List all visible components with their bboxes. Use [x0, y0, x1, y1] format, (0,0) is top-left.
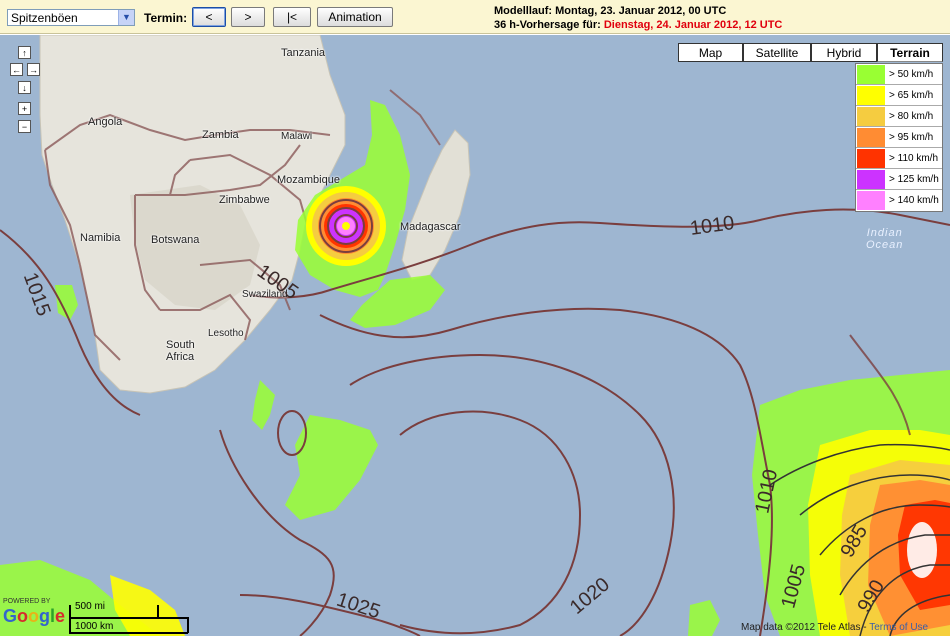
map-graphics	[0, 35, 950, 636]
zoom-out-button[interactable]: −	[18, 120, 31, 133]
chevron-down-icon[interactable]: ▼	[118, 10, 134, 25]
powered-by-text: POWERED BY	[3, 598, 51, 605]
map-type-map[interactable]: Map	[678, 43, 743, 62]
label-angola: Angola	[88, 116, 123, 128]
vorhersage-line: 36 h-Vorhersage für: Dienstag, 24. Janua…	[494, 18, 782, 32]
label-zimbabwe: Zimbabwe	[219, 194, 270, 206]
map-attribution: Map data ©2012 Tele Atlas - Terms of Use	[741, 622, 928, 633]
label-mozambique: Mozambique	[277, 174, 340, 186]
scale-kilometers: 1000 km	[75, 621, 114, 632]
legend-swatch	[857, 85, 885, 105]
legend-label: > 110 km/h	[889, 152, 939, 164]
label-indian-ocean: Indian Ocean	[866, 227, 903, 251]
first-button[interactable]: |<	[273, 7, 311, 27]
legend-swatch	[857, 169, 885, 189]
terms-of-use-link[interactable]: Terms of Use	[869, 622, 928, 633]
pan-right-button[interactable]: →	[27, 63, 40, 76]
pan-up-button[interactable]: ↑	[18, 46, 31, 59]
legend-row: > 140 km/h	[856, 190, 942, 211]
termin-label: Termin:	[144, 11, 188, 25]
legend-swatch	[857, 127, 885, 147]
modelllauf-text: Modelllauf: Montag, 23. Januar 2012, 00 …	[494, 5, 727, 17]
legend-label: > 50 km/h	[889, 68, 934, 80]
legend-row: > 65 km/h	[856, 85, 942, 106]
label-tanzania: Tanzania	[281, 47, 326, 59]
legend-row: > 50 km/h	[856, 64, 942, 85]
label-ocean: Ocean	[866, 239, 904, 251]
map-data-text: Map data ©2012 Tele Atlas -	[741, 622, 867, 633]
toolbar: Spitzenböen ▼ Termin: < > |< Animation M…	[0, 0, 950, 34]
animation-button[interactable]: Animation	[317, 7, 393, 27]
label-south: South	[166, 339, 195, 351]
label-indian: Indian	[866, 227, 903, 239]
legend-label: > 125 km/h	[889, 173, 939, 185]
legend-row: > 125 km/h	[856, 169, 942, 190]
map-type-satellite[interactable]: Satellite	[743, 43, 811, 62]
legend-row: > 95 km/h	[856, 127, 942, 148]
label-africa: Africa	[166, 351, 195, 363]
map-type-hybrid[interactable]: Hybrid	[811, 43, 877, 62]
legend-swatch	[857, 64, 885, 84]
map-type-terrain[interactable]: Terrain	[877, 43, 943, 62]
label-botswana: Botswana	[151, 234, 200, 246]
legend-label: > 65 km/h	[889, 89, 934, 101]
legend-label: > 95 km/h	[889, 131, 934, 143]
legend-row: > 80 km/h	[856, 106, 942, 127]
map-canvas[interactable]: Tanzania Angola Zambia Malawi Mozambique…	[0, 35, 950, 636]
vorhersage-date: Dienstag, 24. Januar 2012, 12 UTC	[603, 19, 783, 31]
legend-label: > 80 km/h	[889, 110, 934, 122]
next-button[interactable]: >	[231, 7, 265, 27]
previous-button[interactable]: <	[192, 7, 226, 27]
gust-legend: > 50 km/h > 65 km/h > 80 km/h > 95 km/h > 11…	[855, 63, 943, 212]
label-malawi: Malawi	[281, 131, 313, 142]
legend-row: > 110 km/h	[856, 148, 942, 169]
legend-label: > 140 km/h	[889, 195, 939, 206]
label-madagascar: Madagascar	[400, 221, 461, 233]
parameter-select-value: Spitzenböen	[11, 11, 78, 25]
zoom-in-button[interactable]: +	[18, 102, 31, 115]
label-lesotho: Lesotho	[208, 328, 244, 339]
legend-swatch	[857, 106, 885, 126]
parameter-select[interactable]: Spitzenböen ▼	[7, 9, 135, 26]
vorhersage-prefix: 36 h-Vorhersage für:	[494, 19, 601, 31]
legend-swatch	[857, 148, 885, 168]
scale-miles: 500 mi	[75, 601, 106, 612]
legend-swatch	[857, 191, 885, 210]
google-logo[interactable]: Google	[3, 606, 65, 627]
pan-left-button[interactable]: ←	[10, 63, 23, 76]
pan-down-button[interactable]: ↓	[18, 81, 31, 94]
label-namibia: Namibia	[80, 232, 121, 244]
forecast-info: Modelllauf: Montag, 23. Januar 2012, 00 …	[494, 4, 782, 32]
label-zambia: Zambia	[202, 129, 239, 141]
